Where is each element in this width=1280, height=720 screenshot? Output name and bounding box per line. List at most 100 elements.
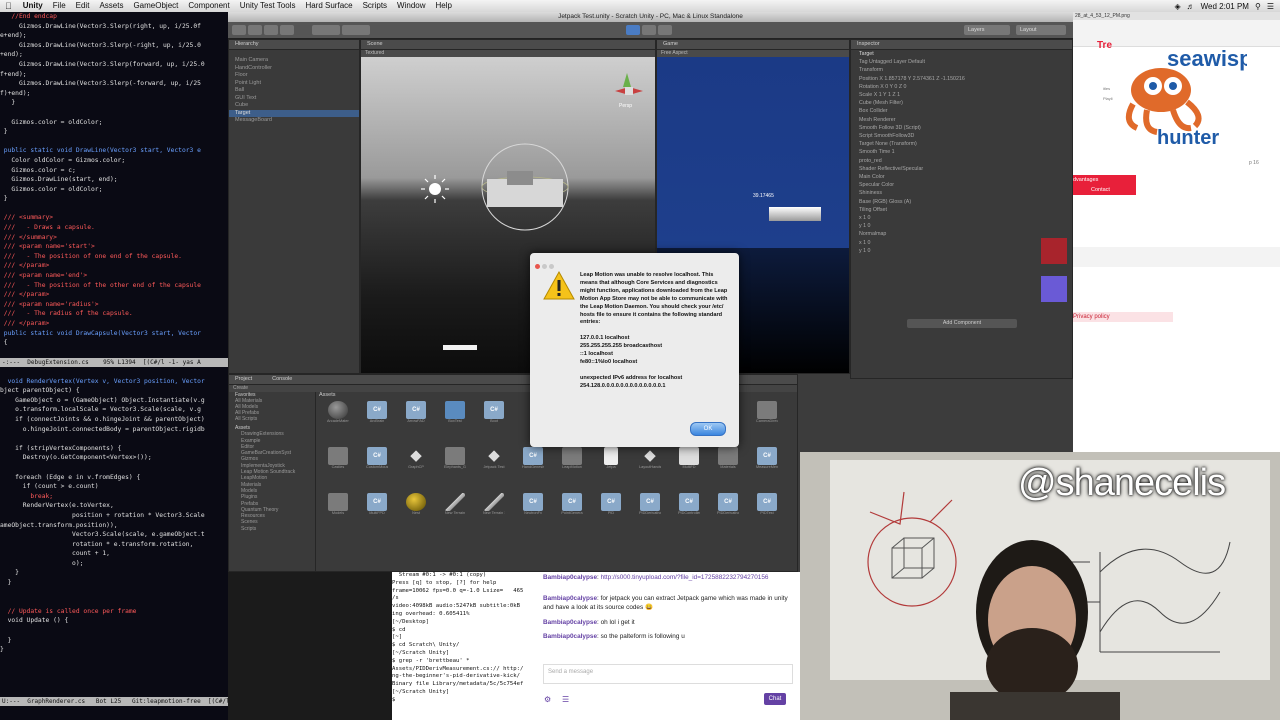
menu-file[interactable]: File [48, 0, 71, 12]
chat-text[interactable]: http://s000.tinyupload.com/?file_id=1725… [601, 574, 769, 581]
wifi-icon[interactable]: ◈ [1174, 2, 1180, 11]
code-line[interactable]: e+end); [0, 31, 228, 41]
code-line[interactable]: o); [0, 559, 228, 569]
asset-item[interactable]: C# MeasureMent [756, 447, 778, 471]
code-line[interactable]: { [0, 338, 228, 348]
code-line[interactable]: Gizmos.color = oldColor; [0, 185, 228, 195]
menu-edit[interactable]: Edit [71, 0, 95, 12]
chat-username[interactable]: Bambiap0calypse [543, 619, 597, 626]
asset-item[interactable]: C# MultiFPD [366, 493, 388, 517]
chat-send-button[interactable]: Chat [764, 693, 786, 705]
menu-window[interactable]: Window [392, 0, 430, 12]
hierarchy-item[interactable]: Target [229, 109, 359, 117]
pivot-toggle[interactable] [312, 25, 340, 35]
asset-item[interactable]: Jetpa [600, 447, 622, 471]
code-line[interactable]: if (connectJoints && o.hingeJoint && par… [0, 415, 228, 425]
asset-item[interactable]: C# PID [600, 493, 622, 517]
code-line[interactable]: count + 1, [0, 549, 228, 559]
code-line[interactable] [0, 434, 228, 444]
rotate-tool-button[interactable] [264, 25, 278, 35]
asset-item[interactable]: C# PIDDerivative [717, 493, 739, 517]
code-line[interactable]: void Update () { [0, 616, 228, 626]
inspector-row[interactable]: Cube (Mesh Filter) [851, 99, 1072, 107]
inspector-row[interactable]: y 1 0 [851, 222, 1072, 230]
code-line[interactable]: /// - Draws a capsule. [0, 223, 228, 233]
chat-settings-icon[interactable]: ⚙ [544, 695, 551, 704]
inspector-row[interactable]: Smooth Follow 3D (Script) [851, 124, 1072, 132]
asset-item[interactable]: C# PointGenera [561, 493, 583, 517]
inspector-row[interactable]: Shader Reflective/Specular [851, 165, 1072, 173]
code-line[interactable]: /// </param> [0, 261, 228, 271]
ok-button[interactable]: OK [690, 422, 726, 436]
code-line[interactable]: public static void DrawLine(Vector3 star… [0, 146, 228, 156]
hierarchy-item[interactable]: GUI Text [229, 95, 359, 103]
emacs-editor[interactable]: //End endcap Gizmos.DrawLine(Vector3.Sle… [0, 12, 228, 720]
hierarchy-item[interactable]: Point Light [229, 80, 359, 88]
code-line[interactable]: /// - The position of one end of the cap… [0, 252, 228, 262]
scene-tab[interactable]: Scene [361, 40, 655, 50]
code-line[interactable]: /// - The position of the other end of t… [0, 281, 228, 291]
asset-item[interactable]: Models [327, 493, 349, 517]
layout-dropdown[interactable]: Layout [1016, 25, 1066, 35]
hierarchy-item[interactable]: Floor [229, 72, 359, 80]
asset-item[interactable]: Nest [405, 493, 427, 517]
menu-help[interactable]: Help [431, 0, 457, 12]
code-line[interactable]: public static void DrawCapsule(Vector3 s… [0, 329, 228, 339]
menu-scripts[interactable]: Scripts [358, 0, 392, 12]
code-line[interactable]: RenderVertex(e.toVertex, [0, 501, 228, 511]
code-line[interactable] [0, 137, 228, 147]
code-line[interactable]: GameObject o = (GameObject) Object.Insta… [0, 396, 228, 406]
normalmap-texture-swatch[interactable] [1041, 276, 1067, 302]
asset-item[interactable]: C# PIDController [678, 493, 700, 517]
code-line[interactable]: Gizmos.DrawLine(Vector3.Slerp(right, up,… [0, 22, 228, 32]
code-line[interactable]: Destroy(o.GetComponent<Vertex>()); [0, 453, 228, 463]
code-buffer-graphrenderer[interactable]: void RenderVertex(Vertex v, Vector3 posi… [0, 367, 228, 655]
code-line[interactable] [0, 588, 228, 598]
asset-item[interactable]: C# NeutronFx [522, 493, 544, 517]
code-line[interactable]: /// </param> [0, 290, 228, 300]
code-line[interactable]: //End endcap [0, 12, 228, 22]
inspector-row[interactable]: Position X 1.857178 Y 2.574361 Z -1.1502… [851, 75, 1072, 83]
code-line[interactable]: bject parentObject) { [0, 386, 228, 396]
inspector-row[interactable]: Tag Untagged Layer Default [851, 58, 1072, 66]
code-line[interactable]: } [0, 636, 228, 646]
inspector-row[interactable]: Target None (Transform) [851, 140, 1072, 148]
code-line[interactable]: /// - The radius of the capsule. [0, 309, 228, 319]
minimize-window-icon[interactable] [542, 264, 547, 269]
inspector-row[interactable]: Specular Color [851, 181, 1072, 189]
hierarchy-tab[interactable]: Hierarchy [229, 40, 359, 50]
chat-username[interactable]: Bambiap0calypse [543, 633, 597, 640]
code-line[interactable]: } [0, 98, 228, 108]
code-line[interactable]: if (stripVertexComponents) { [0, 444, 228, 454]
pause-button[interactable] [642, 25, 656, 35]
code-line[interactable]: } [0, 194, 228, 204]
menu-unity-test-tools[interactable]: Unity Test Tools [235, 0, 301, 12]
project-tab[interactable]: Project [235, 375, 252, 384]
code-line[interactable]: /// <param name='end'> [0, 271, 228, 281]
layers-dropdown[interactable]: Layers [964, 25, 1010, 35]
code-line[interactable]: Gizmos.color = oldColor; [0, 118, 228, 128]
add-component-button[interactable]: Add Component [907, 319, 1017, 328]
asset-item[interactable]: C# ArcBrain [366, 401, 388, 425]
asset-item[interactable]: C# PIDTest [756, 493, 778, 517]
main-texture-swatch[interactable] [1041, 238, 1067, 264]
code-line[interactable]: /// <param name='start'> [0, 242, 228, 252]
menu-clock[interactable]: Wed 2:01 PM [1201, 2, 1249, 11]
chat-viewer-list-icon[interactable]: ☰ [562, 695, 569, 704]
apple-menu-icon[interactable]:  [0, 0, 18, 12]
inspector-row[interactable]: Mesh Renderer [851, 116, 1072, 124]
code-line[interactable]: break; [0, 492, 228, 502]
code-line[interactable]: o.transform.localScale = Vector3.Scale(s… [0, 405, 228, 415]
code-line[interactable]: Color oldColor = Gizmos.color; [0, 156, 228, 166]
inspector-row[interactable]: proto_red [851, 157, 1072, 165]
asset-item[interactable]: MultiFD [678, 447, 700, 471]
inspector-row[interactable]: y 1 0 [851, 247, 1072, 255]
asset-item[interactable]: New Terrain 1 [483, 493, 505, 517]
code-line[interactable]: Gizmos.DrawLine(Vector3.Slerp(forward, u… [0, 60, 228, 70]
code-line[interactable] [0, 463, 228, 473]
hand-tool-button[interactable] [232, 25, 246, 35]
inspector-tab[interactable]: Inspector [851, 40, 1072, 50]
asset-item[interactable]: BoxTest [444, 401, 466, 425]
asset-item[interactable]: Elephants_G [444, 447, 466, 471]
code-line[interactable]: f)+end); [0, 89, 228, 99]
